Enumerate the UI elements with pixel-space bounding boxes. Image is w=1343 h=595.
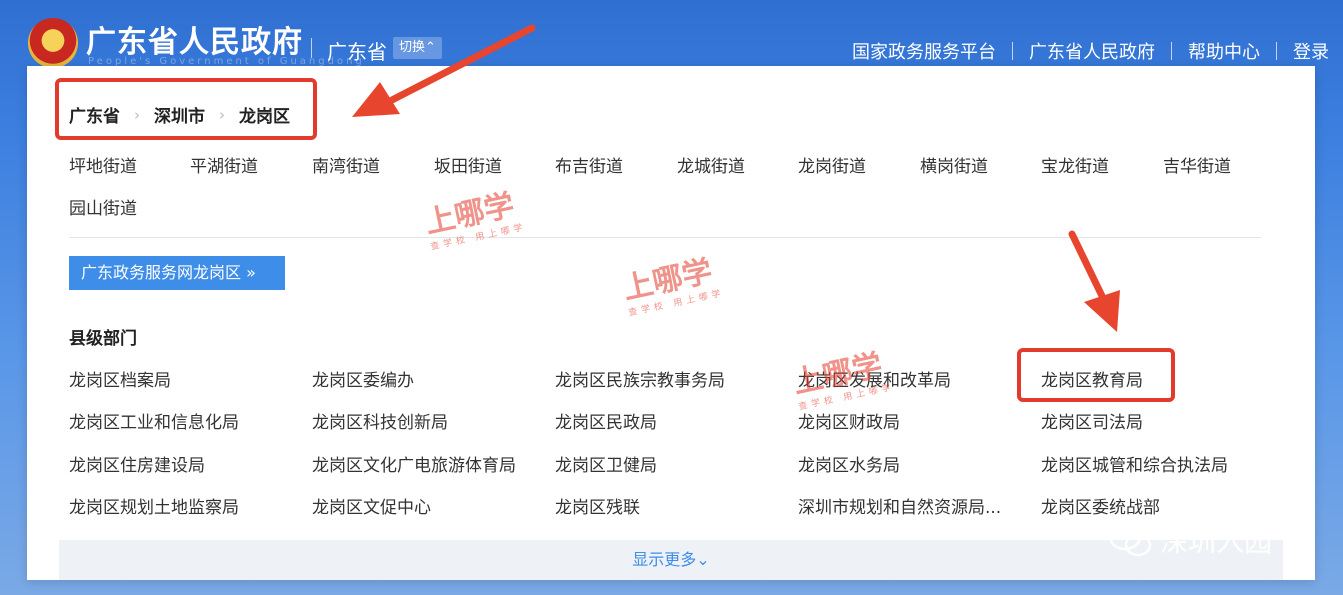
department-item[interactable]: 龙岗区残联 bbox=[555, 493, 640, 518]
department-item[interactable]: 龙岗区民族宗教事务局 bbox=[555, 366, 725, 391]
portal-link-button[interactable]: 广东政务服务网龙岗区 » bbox=[69, 256, 285, 290]
education-highlight bbox=[1017, 348, 1175, 402]
department-item[interactable]: 龙岗区住房建设局 bbox=[69, 451, 205, 476]
department-item[interactable]: 龙岗区工业和信息化局 bbox=[69, 408, 239, 433]
department-item[interactable]: 龙岗区卫健局 bbox=[555, 451, 657, 476]
department-item[interactable]: 龙岗区规划土地监察局 bbox=[69, 493, 239, 518]
department-item[interactable]: 龙岗区文化广电旅游体育局 bbox=[312, 451, 516, 476]
national-emblem-icon: ★ bbox=[28, 18, 78, 68]
link-separator bbox=[1276, 42, 1277, 60]
department-item[interactable]: 龙岗区城管和综合执法局 bbox=[1041, 451, 1228, 476]
link-separator bbox=[1171, 42, 1172, 60]
chevron-right-icon: › bbox=[219, 105, 225, 124]
department-item[interactable]: 龙岗区文促中心 bbox=[312, 493, 431, 518]
department-item[interactable]: 龙岗区财政局 bbox=[798, 408, 900, 433]
top-links: 国家政务服务平台 广东省人民政府 帮助中心 登录 bbox=[852, 38, 1329, 64]
region-dropdown-panel: 广东省 › 深圳市 › 龙岗区 坪地街道 平湖街道 南湾街道 坂田街道 布吉街道… bbox=[27, 66, 1315, 580]
site-header: ★ 广东省人民政府 People's Government of Guangdo… bbox=[0, 0, 1343, 70]
breadcrumb-province[interactable]: 广东省 bbox=[69, 102, 120, 127]
breadcrumb-city[interactable]: 深圳市 bbox=[154, 102, 205, 127]
link-help-center[interactable]: 帮助中心 bbox=[1188, 38, 1260, 64]
street-item[interactable]: 龙岗街道 bbox=[798, 152, 866, 177]
street-item[interactable]: 宝龙街道 bbox=[1041, 152, 1109, 177]
street-item[interactable]: 布吉街道 bbox=[555, 152, 623, 177]
site-title[interactable]: 广东省人民政府 bbox=[86, 17, 303, 61]
street-item[interactable]: 横岗街道 bbox=[920, 152, 988, 177]
switch-region-button[interactable]: 切换⌃ bbox=[393, 37, 442, 59]
header-separator bbox=[311, 38, 312, 58]
link-provincial-government[interactable]: 广东省人民政府 bbox=[1029, 38, 1155, 64]
link-separator bbox=[1012, 42, 1013, 60]
street-item[interactable]: 平湖街道 bbox=[190, 152, 258, 177]
watermark: 上哪学 查学校 用上哪学 bbox=[790, 347, 896, 413]
department-item[interactable]: 龙岗区司法局 bbox=[1041, 408, 1143, 433]
department-item[interactable]: 龙岗区委编办 bbox=[312, 366, 414, 391]
department-item[interactable]: 龙岗区科技创新局 bbox=[312, 408, 448, 433]
section-divider bbox=[69, 237, 1261, 238]
department-item[interactable]: 龙岗区民政局 bbox=[555, 408, 657, 433]
wechat-account-name: 深圳入园 bbox=[1160, 525, 1273, 558]
link-national-platform[interactable]: 国家政务服务平台 bbox=[852, 38, 996, 64]
section-title: 县级部门 bbox=[69, 329, 137, 349]
street-item[interactable]: 南湾街道 bbox=[312, 152, 380, 177]
current-region: 广东省 bbox=[327, 40, 387, 64]
wechat-badge: 深圳入园 bbox=[1108, 520, 1272, 560]
street-item[interactable]: 坂田街道 bbox=[434, 152, 502, 177]
breadcrumb: 广东省 › 深圳市 › 龙岗区 bbox=[69, 102, 290, 128]
department-item[interactable]: 龙岗区委统战部 bbox=[1041, 493, 1160, 518]
street-item[interactable]: 吉华街道 bbox=[1163, 152, 1231, 177]
street-item[interactable]: 园山街道 bbox=[69, 194, 137, 219]
show-more-button[interactable]: 显示更多⌄ bbox=[59, 540, 1283, 580]
street-item[interactable]: 坪地街道 bbox=[69, 152, 137, 177]
watermark: 上哪学 查学校 用上哪学 bbox=[620, 253, 726, 319]
department-item[interactable]: 深圳市规划和自然资源局... bbox=[798, 493, 1001, 518]
link-login[interactable]: 登录 bbox=[1293, 38, 1329, 64]
department-item[interactable]: 龙岗区水务局 bbox=[798, 451, 900, 476]
watermark: 上哪学 查学校 用上哪学 bbox=[422, 187, 528, 253]
street-item[interactable]: 龙城街道 bbox=[677, 152, 745, 177]
chevron-right-icon: › bbox=[134, 105, 140, 124]
wechat-icon bbox=[1108, 523, 1152, 557]
breadcrumb-district[interactable]: 龙岗区 bbox=[239, 102, 290, 127]
department-item[interactable]: 龙岗区档案局 bbox=[69, 366, 171, 391]
